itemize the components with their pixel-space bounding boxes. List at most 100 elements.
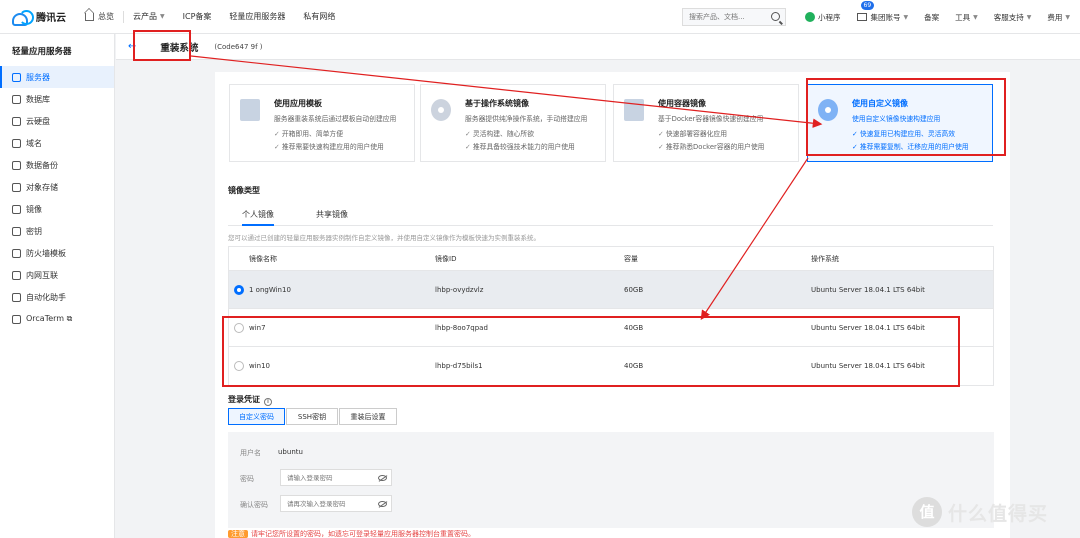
nav-products[interactable]: 云产品 ▼ [124, 0, 174, 34]
option-os-image[interactable]: 基于操作系统镜像 服务器提供纯净操作系统，手动搭建应用 灵活构建、随心所欲 推荐… [420, 84, 606, 162]
nav-beian[interactable]: 备案 [916, 0, 947, 34]
storage-icon [12, 182, 21, 192]
option-bullet: 开箱即用、简单方便 [274, 128, 343, 138]
annotation-box-custom-image [806, 78, 1006, 156]
global-search[interactable] [682, 8, 786, 26]
watermark-logo: 值 [912, 497, 942, 527]
option-bullet: 推荐具备较强技术能力的用户使用 [465, 141, 575, 151]
nav-miniprogram[interactable]: 小程序 [797, 0, 849, 34]
cell-image-name: 1 ongWin10 [249, 285, 291, 294]
seg-custom-password[interactable]: 自定义密码 [228, 408, 285, 425]
top-right-nav: 小程序 69 集团账号 ▼ 备案 工具 ▼ 客服支持 ▼ 费用 ▼ [797, 0, 1078, 34]
nav-overview[interactable]: 总览 [76, 0, 123, 34]
seg-set-after-reinstall[interactable]: 重装后设置 [339, 408, 397, 425]
row-radio[interactable] [234, 284, 244, 295]
mail-wrap: 69 [856, 1, 875, 21]
chevron-down-icon: ▼ [1065, 13, 1070, 21]
confirm-password-label: 确认密码 [240, 501, 268, 509]
sidebar-item[interactable]: 服务器 [0, 66, 114, 88]
home-icon [85, 12, 94, 21]
cell-image-id: lhbp-ovydzvlz [435, 285, 484, 294]
sidebar-item-label: 镜像 [26, 204, 42, 214]
tab-shared-image[interactable]: 共享镜像 [316, 209, 348, 220]
col-header-name: 镜像名称 [249, 254, 277, 263]
search-input[interactable] [689, 13, 769, 21]
nav-icp[interactable]: ICP备案 [174, 0, 221, 34]
firewall-icon [12, 248, 21, 258]
brand-logo[interactable]: 腾讯云 [12, 9, 76, 26]
watermark-text: 什么值得买 [948, 502, 1049, 525]
search-icon[interactable] [771, 12, 780, 21]
sidebar-item[interactable]: 密钥 [0, 220, 114, 242]
annotation-box-title [133, 30, 191, 61]
option-subtitle: 服务器重装系统后通过模板自动创建应用 [274, 115, 397, 123]
brand-name: 腾讯云 [36, 13, 66, 24]
sidebar-item[interactable]: 数据备份 [0, 154, 114, 176]
sidebar-item[interactable]: 内网互联 [0, 264, 114, 286]
template-icon [240, 99, 260, 121]
sidebar-item[interactable]: 对象存储 [0, 176, 114, 198]
password-label: 密码 [240, 475, 254, 483]
eye-off-icon[interactable] [378, 501, 387, 507]
nav-billing[interactable]: 费用 ▼ [1039, 0, 1078, 34]
nav-support-label: 客服支持 [993, 12, 1024, 22]
chevron-down-icon: ▼ [973, 13, 978, 21]
sidebar-item[interactable]: 云硬盘 [0, 110, 114, 132]
automation-icon [12, 292, 21, 302]
cell-os: Ubuntu Server 18.04.1 LTS 64bit [811, 285, 925, 294]
sidebar-item[interactable]: 防火墙模板 [0, 242, 114, 264]
notice-text: 请牢记您所设置的密码，如遗忘可登录轻量应用服务器控制台重置密码。 [251, 530, 475, 538]
nav-tools[interactable]: 工具 ▼ [947, 0, 986, 34]
table-row[interactable]: 1 ongWin10 lhbp-ovydzvlz 60GB Ubuntu Ser… [229, 271, 993, 309]
container-icon [624, 99, 644, 121]
nav-overview-label: 总览 [98, 12, 114, 21]
terminal-icon [12, 314, 21, 324]
notice-tag: 注意 [228, 530, 248, 538]
nav-private-network[interactable]: 私有网络 [294, 0, 344, 34]
disk-icon [12, 116, 21, 126]
option-subtitle: 基于Docker容器镜像快速创建应用 [658, 115, 764, 123]
nav-messages[interactable]: 69 集团账号 ▼ [849, 0, 917, 34]
nav-lighthouse[interactable]: 轻量应用服务器 [220, 0, 294, 34]
sidebar-item-label: 自动化助手 [26, 292, 66, 302]
option-bullet: 推荐熟悉Docker容器的用户使用 [658, 141, 765, 151]
sidebar-item-label: 云硬盘 [26, 116, 50, 126]
nav-billing-label: 费用 [1047, 12, 1063, 22]
username-label: 用户名 [240, 449, 261, 457]
server-icon [12, 72, 21, 82]
table-header: 镜像名称 镜像ID 容量 操作系统 [229, 247, 993, 271]
eye-off-icon[interactable] [378, 475, 387, 481]
option-container-image[interactable]: 使用容器镜像 基于Docker容器镜像快速创建应用 快速部署容器化应用 推荐熟悉… [613, 84, 799, 162]
nav-tools-label: 工具 [955, 12, 971, 22]
sidebar-item[interactable]: 镜像 [0, 198, 114, 220]
option-title: 基于操作系统镜像 [465, 99, 529, 108]
annotation-box-image-rows [222, 316, 960, 387]
option-app-template[interactable]: 使用应用模板 服务器重装系统后通过模板自动创建应用 开箱即用、简单方便 推荐需要… [229, 84, 415, 162]
image-icon [12, 204, 21, 214]
sidebar-item-label: 密钥 [26, 226, 42, 236]
cell-size: 60GB [624, 285, 644, 294]
sidebar-item[interactable]: 数据库 [0, 88, 114, 110]
message-count-badge: 69 [860, 1, 875, 10]
password-input[interactable] [280, 469, 392, 486]
password-notice: 注意 请牢记您所设置的密码，如遗忘可登录轻量应用服务器控制台重置密码。 [228, 529, 475, 538]
sidebar-list: 服务器 数据库云硬盘域名 数据备份 对象存储镜像密钥防火墙模板 内网互联自动化助手 Orc… [0, 66, 114, 330]
col-header-os: 操作系统 [811, 254, 839, 263]
chevron-down-icon: ▼ [1026, 13, 1032, 21]
miniprogram-icon [805, 12, 815, 22]
sidebar-item[interactable]: 域名 [0, 132, 114, 154]
nav-support[interactable]: 客服支持 ▼ [986, 0, 1040, 34]
sidebar-item[interactable]: OrcaTerm ⧉ [0, 308, 114, 330]
reinstall-card: 使用应用模板 服务器重装系统后通过模板自动创建应用 开箱即用、简单方便 推荐需要… [215, 72, 1010, 538]
sidebar-item[interactable]: 自动化助手 [0, 286, 114, 308]
image-hint: 您可以通过已创建的轻量应用服务器实例制作自定义镜像，并使用自定义镜像作为模板快速… [228, 234, 540, 242]
chevron-down-icon: ▼ [903, 13, 909, 21]
seg-ssh-key[interactable]: SSH密钥 [286, 408, 338, 425]
tab-personal-image[interactable]: 个人镜像 [242, 209, 274, 226]
image-tabs: 个人镜像 共享镜像 [228, 206, 993, 226]
disc-icon [431, 99, 451, 121]
database-icon [12, 94, 21, 104]
info-icon[interactable]: i [264, 398, 272, 406]
instance-id: (Code647 9f ) [214, 42, 263, 51]
confirm-password-input[interactable] [280, 495, 392, 512]
